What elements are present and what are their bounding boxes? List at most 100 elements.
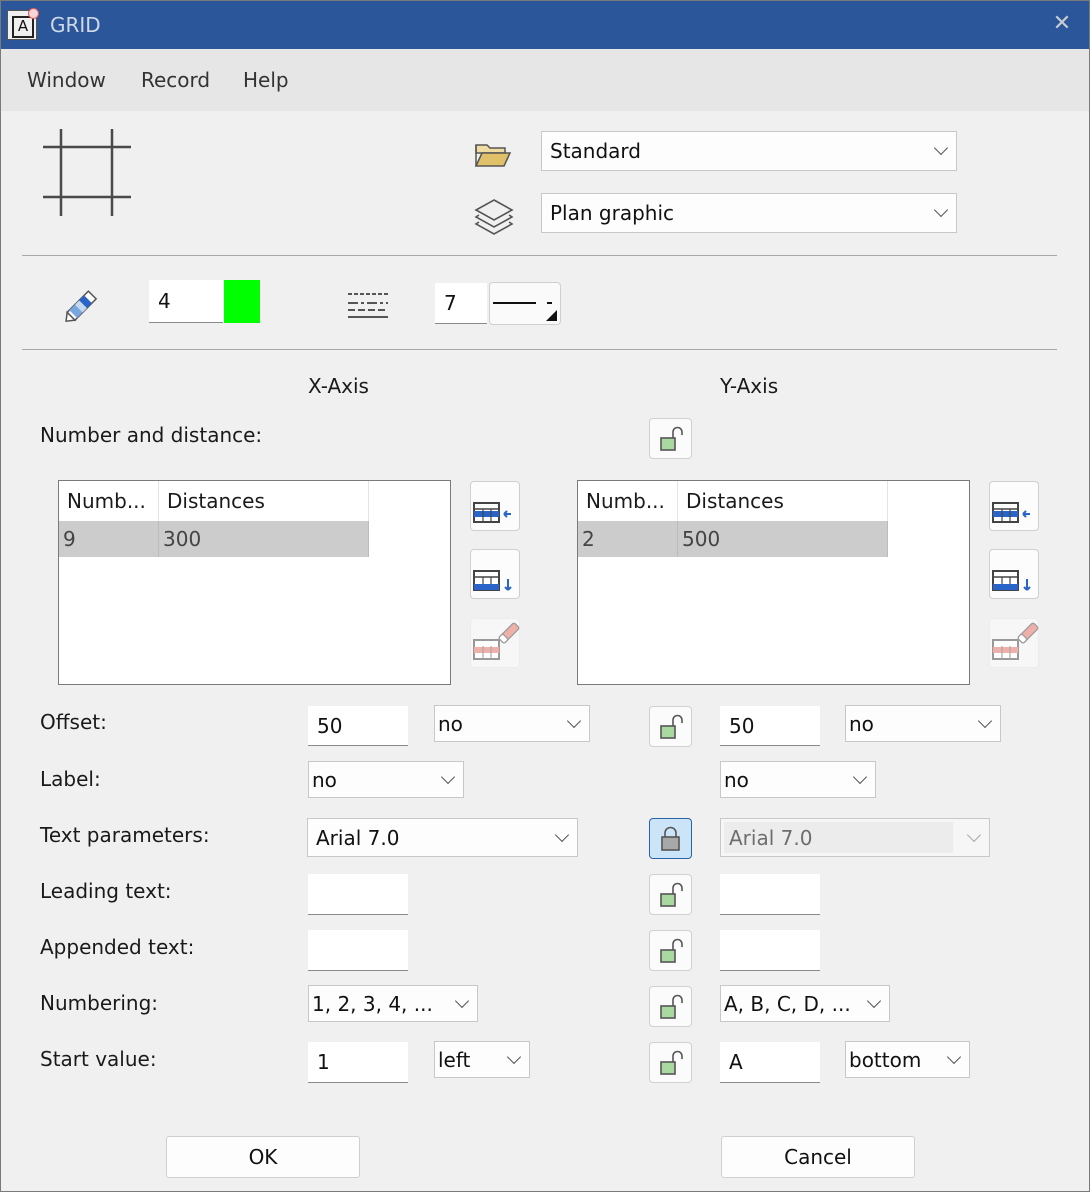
x-label-select[interactable]: no — [308, 761, 464, 798]
grid-icon — [43, 129, 131, 216]
project-select[interactable]: Standard — [541, 131, 957, 171]
table-insert-row-icon — [992, 502, 1030, 523]
number-distance-lock-button[interactable] — [649, 418, 692, 459]
table-insert-row-icon — [473, 502, 511, 523]
layer-select[interactable]: Plan graphic — [541, 193, 957, 233]
y-text-parameters-value: Arial 7.0 — [729, 825, 813, 850]
x-numbering-select[interactable]: 1, 2, 3, 4, ... — [308, 985, 478, 1022]
x-delete-row-button[interactable] — [470, 618, 520, 668]
y-label-select[interactable]: no — [720, 761, 876, 798]
y-numbering-select[interactable]: A, B, C, D, ... — [720, 985, 890, 1022]
offset-lock-button[interactable] — [649, 706, 692, 747]
layer-select-value: Plan graphic — [550, 201, 675, 225]
x-start-position-value: left — [438, 1047, 471, 1072]
line-style-icon — [493, 302, 557, 321]
column-header-distances[interactable]: Distances — [159, 481, 369, 521]
chevron-down-icon — [866, 993, 882, 1008]
column-header-number[interactable]: Numb... — [578, 481, 678, 521]
y-start-value-input[interactable]: A — [720, 1042, 820, 1083]
chevron-down-icon — [852, 769, 868, 784]
x-offset-select[interactable]: no — [434, 705, 590, 742]
label-label: Label: — [40, 767, 101, 791]
pen-thickness-input[interactable]: 4 — [149, 280, 223, 323]
app-letter-a-icon: A — [7, 8, 39, 40]
numbering-lock-button[interactable] — [649, 986, 692, 1027]
close-icon: ✕ — [1052, 11, 1072, 36]
project-select-value: Standard — [550, 139, 641, 163]
y-offset-select[interactable]: no — [845, 705, 1001, 742]
close-button[interactable]: ✕ — [1047, 9, 1077, 39]
y-leading-text-input[interactable] — [720, 874, 820, 915]
x-text-parameters-select[interactable]: Arial 7.0 — [307, 818, 578, 857]
y-start-position-select[interactable]: bottom — [845, 1041, 970, 1078]
x-start-position-select[interactable]: left — [434, 1041, 530, 1078]
cell-number: 2 — [578, 521, 678, 557]
column-header-distances[interactable]: Distances — [678, 481, 888, 521]
menu-bar: Window Record Help — [1, 49, 1089, 111]
table-delete-row-icon — [473, 622, 520, 660]
y-offset-value: 50 — [729, 713, 755, 738]
x-start-value: 1 — [317, 1050, 330, 1074]
menu-window[interactable]: Window — [27, 68, 106, 92]
chevron-down-icon — [966, 827, 982, 842]
unlock-icon — [660, 714, 683, 739]
line-style-button[interactable] — [489, 282, 561, 325]
color-swatch[interactable] — [224, 280, 260, 323]
y-appended-text-input[interactable] — [720, 930, 820, 971]
y-numbering-value: A, B, C, D, ... — [724, 991, 851, 1016]
x-offset-value: 50 — [317, 713, 343, 738]
chevron-down-icon — [454, 993, 470, 1008]
unlock-icon — [660, 426, 683, 451]
leading-text-lock-button[interactable] — [649, 874, 692, 915]
folder-open-icon — [474, 144, 512, 167]
x-axis-table[interactable]: Numb... Distances 9 300 — [58, 480, 451, 685]
cancel-button[interactable]: Cancel — [721, 1136, 915, 1178]
x-axis-heading: X-Axis — [308, 374, 369, 398]
y-append-row-button[interactable] — [989, 549, 1039, 599]
x-offset-select-value: no — [438, 711, 463, 736]
unlock-icon — [660, 994, 683, 1019]
appended-text-label: Appended text: — [40, 935, 195, 959]
table-row[interactable]: 2 500 — [578, 521, 888, 557]
column-header-number[interactable]: Numb... — [59, 481, 159, 521]
y-text-parameters-select[interactable]: Arial 7.0 — [720, 818, 990, 857]
menu-help[interactable]: Help — [243, 68, 289, 92]
chevron-down-icon — [566, 713, 582, 728]
chevron-down-icon — [933, 140, 949, 156]
x-append-row-button[interactable] — [470, 549, 520, 599]
ok-button[interactable]: OK — [166, 1136, 360, 1178]
y-offset-input[interactable]: 50 — [720, 706, 820, 746]
chevron-down-icon — [946, 1049, 962, 1064]
table-delete-row-icon — [992, 622, 1039, 660]
separator — [22, 255, 1057, 256]
x-numbering-value: 1, 2, 3, 4, ... — [312, 991, 433, 1016]
chevron-down-icon — [933, 202, 949, 218]
x-insert-row-button[interactable] — [470, 481, 520, 531]
cell-distance: 500 — [678, 521, 888, 557]
unlock-icon — [660, 1050, 683, 1075]
y-axis-table[interactable]: Numb... Distances 2 500 — [577, 480, 970, 685]
line-type-input[interactable]: 7 — [435, 283, 487, 324]
x-start-value-input[interactable]: 1 — [308, 1042, 408, 1083]
appended-text-lock-button[interactable] — [649, 930, 692, 971]
unlock-icon — [660, 882, 683, 907]
table-row[interactable]: 9 300 — [59, 521, 369, 557]
y-start-value: A — [729, 1050, 743, 1074]
x-label-select-value: no — [312, 767, 337, 792]
text-parameters-lock-button[interactable] — [649, 818, 692, 859]
layers-icon — [474, 199, 514, 235]
y-delete-row-button[interactable] — [989, 618, 1039, 668]
menu-record[interactable]: Record — [141, 68, 210, 92]
x-appended-text-input[interactable] — [308, 930, 408, 971]
y-insert-row-button[interactable] — [989, 481, 1039, 531]
cell-number: 9 — [59, 521, 159, 557]
start-value-label: Start value: — [40, 1047, 157, 1071]
chevron-down-icon — [440, 769, 456, 784]
line-type-icon — [348, 293, 388, 318]
y-offset-select-value: no — [849, 711, 874, 736]
line-type-value: 7 — [444, 291, 457, 315]
x-leading-text-input[interactable] — [308, 874, 408, 915]
start-value-lock-button[interactable] — [649, 1042, 692, 1083]
y-axis-heading: Y-Axis — [720, 374, 779, 398]
x-offset-input[interactable]: 50 — [308, 706, 408, 746]
